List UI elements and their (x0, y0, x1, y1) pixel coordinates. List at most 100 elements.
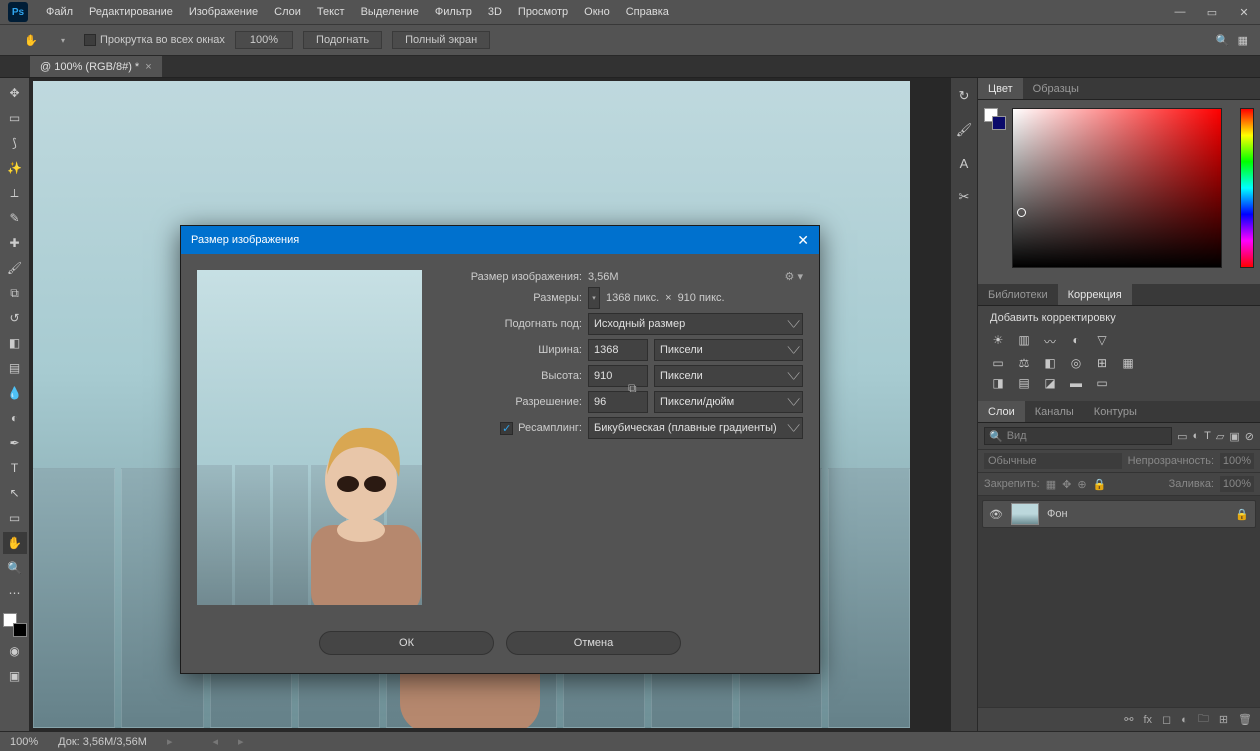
tool-preset-dropdown[interactable]: ▾ (52, 29, 74, 51)
brush-tool-icon[interactable]: 🖌 (3, 257, 27, 279)
eraser-tool-icon[interactable]: ◧ (3, 332, 27, 354)
resolution-unit-dropdown[interactable]: Пиксели/дюйм (654, 391, 803, 413)
lasso-tool-icon[interactable]: ⟆ (3, 132, 27, 154)
menu-3d[interactable]: 3D (480, 0, 510, 24)
adj-photofilter-icon[interactable]: ◎ (1068, 356, 1084, 370)
hue-slider[interactable] (1240, 108, 1254, 268)
layer-visibility-icon[interactable]: 👁 (989, 508, 1003, 521)
document-tab[interactable]: @ 100% (RGB/8#) * × (30, 56, 163, 77)
lock-pixels-icon[interactable]: ▦ (1046, 478, 1056, 491)
foreground-background-swatch[interactable] (3, 613, 27, 637)
dialog-gear-icon[interactable]: ⚙ ▾ (785, 270, 803, 283)
adj-threshold-icon[interactable]: ◪ (1042, 376, 1058, 390)
filter-smart-icon[interactable]: ▣ (1229, 430, 1239, 443)
adj-posterize-icon[interactable]: ▤ (1016, 376, 1032, 390)
filter-toggle-icon[interactable]: ⊘ (1245, 430, 1254, 443)
adj-channelmixer-icon[interactable]: ⊞ (1094, 356, 1110, 370)
color-field[interactable] (1012, 108, 1222, 268)
adj-colorlookup-icon[interactable]: ▦ (1120, 356, 1136, 370)
menu-layers[interactable]: Слои (266, 0, 309, 24)
shape-tool-icon[interactable]: ▭ (3, 507, 27, 529)
type-tool-icon[interactable]: T (3, 457, 27, 479)
lock-all-icon[interactable]: 🔒 (1093, 478, 1107, 491)
gradient-tool-icon[interactable]: ▤ (3, 357, 27, 379)
hand-tool-icon-toolbox[interactable]: ✋ (3, 532, 27, 554)
adj-selective-icon[interactable]: ▭ (1094, 376, 1110, 390)
close-tab-icon[interactable]: × (145, 61, 151, 73)
tab-adjustments[interactable]: Коррекция (1058, 284, 1132, 305)
status-doc-info[interactable]: Док: 3,56M/3,56M (58, 736, 147, 748)
hand-tool-icon[interactable]: ✋ (20, 29, 42, 51)
adj-brightness-icon[interactable]: ☀ (990, 333, 1006, 350)
status-zoom[interactable]: 100% (10, 736, 38, 748)
lock-artboard-icon[interactable]: ⊕ (1077, 478, 1086, 491)
resolution-input[interactable]: 96 (588, 391, 648, 413)
window-close-icon[interactable]: ✕ (1228, 1, 1260, 23)
dialog-close-icon[interactable]: ✕ (797, 232, 809, 249)
filter-pixel-icon[interactable]: ▭ (1177, 430, 1187, 443)
marquee-tool-icon[interactable]: ▭ (3, 107, 27, 129)
toolbox-more-icon[interactable]: ⋯ (3, 582, 27, 604)
menu-image[interactable]: Изображение (181, 0, 266, 24)
resample-checkbox[interactable]: ✓ (500, 422, 513, 435)
tab-color[interactable]: Цвет (978, 78, 1023, 99)
new-layer-icon[interactable]: ⊞ (1219, 713, 1228, 726)
menu-edit[interactable]: Редактирование (81, 0, 181, 24)
search-icon[interactable]: 🔍 (1216, 34, 1230, 47)
layer-item[interactable]: 👁 Фон 🔒 (982, 500, 1256, 528)
tab-paths[interactable]: Контуры (1084, 401, 1147, 422)
crop-tool-icon[interactable]: ⟂ (3, 182, 27, 204)
history-brush-icon[interactable]: ↺ (3, 307, 27, 329)
adj-hue-icon[interactable]: ▭ (990, 356, 1006, 370)
quick-mask-icon[interactable]: ◉ (3, 640, 27, 662)
menu-view[interactable]: Просмотр (510, 0, 576, 24)
filter-shape-icon[interactable]: ▱ (1216, 430, 1224, 443)
cancel-button[interactable]: Отмена (506, 631, 681, 655)
constrain-proportions-icon[interactable]: ⧉ (628, 381, 637, 396)
scroll-all-windows-checkbox[interactable]: Прокрутка во всех окнах (84, 34, 225, 46)
new-group-icon[interactable]: 🗀 (1198, 710, 1209, 729)
eyedropper-tool-icon[interactable]: ✎ (3, 207, 27, 229)
menu-file[interactable]: Файл (38, 0, 81, 24)
adj-levels-icon[interactable]: ▥ (1016, 333, 1032, 350)
menu-window[interactable]: Окно (576, 0, 618, 24)
tab-channels[interactable]: Каналы (1025, 401, 1084, 422)
tab-libraries[interactable]: Библиотеки (978, 284, 1058, 305)
fit-button[interactable]: Подогнать (303, 31, 382, 49)
link-layers-icon[interactable]: ⚯ (1124, 713, 1133, 726)
menu-filter[interactable]: Фильтр (427, 0, 480, 24)
status-expand-icon[interactable]: ▸ (167, 735, 173, 748)
dimensions-unit-dropdown[interactable]: ▾ (588, 287, 600, 309)
filter-type-icon[interactable]: T (1204, 430, 1211, 442)
zoom-tool-icon[interactable]: 🔍 (3, 557, 27, 579)
blur-tool-icon[interactable]: 💧 (3, 382, 27, 404)
filter-adjust-icon[interactable]: ◐ (1193, 430, 1200, 442)
menu-select[interactable]: Выделение (353, 0, 427, 24)
healing-tool-icon[interactable]: ✚ (3, 232, 27, 254)
fit-to-dropdown[interactable]: Исходный размер (588, 313, 803, 335)
layer-filter-input[interactable]: 🔍 Вид (984, 427, 1172, 445)
workspace-icon[interactable]: ▦ (1238, 34, 1248, 47)
magic-wand-tool-icon[interactable]: ✨ (3, 157, 27, 179)
height-input[interactable]: 910 (588, 365, 648, 387)
history-panel-icon[interactable]: ↻ (959, 88, 970, 104)
dodge-tool-icon[interactable]: ◐ (3, 407, 27, 429)
color-panel-fgbg-swatch[interactable] (984, 108, 1006, 130)
properties-panel-icon[interactable]: ✂ (959, 189, 970, 205)
layer-style-icon[interactable]: fx (1143, 714, 1152, 726)
adj-bw-icon[interactable]: ◧ (1042, 356, 1058, 370)
pen-tool-icon[interactable]: ✒ (3, 432, 27, 454)
width-input[interactable]: 1368 (588, 339, 648, 361)
add-mask-icon[interactable]: ◻ (1162, 713, 1171, 726)
opacity-value[interactable]: 100% (1220, 453, 1254, 469)
move-tool-icon[interactable]: ✥ (3, 82, 27, 104)
lock-position-icon[interactable]: ✥ (1062, 478, 1071, 491)
screen-mode-icon[interactable]: ▣ (3, 665, 27, 687)
window-minimize-icon[interactable]: — (1164, 1, 1196, 23)
adj-colorbalance-icon[interactable]: ⚖ (1016, 356, 1032, 370)
window-maximize-icon[interactable]: ▭ (1196, 1, 1228, 23)
resample-dropdown[interactable]: Бикубическая (плавные градиенты) (588, 417, 803, 439)
adj-gradientmap-icon[interactable]: ▬ (1068, 376, 1084, 390)
new-adjustment-icon[interactable]: ◐ (1181, 714, 1188, 726)
height-unit-dropdown[interactable]: Пиксели (654, 365, 803, 387)
